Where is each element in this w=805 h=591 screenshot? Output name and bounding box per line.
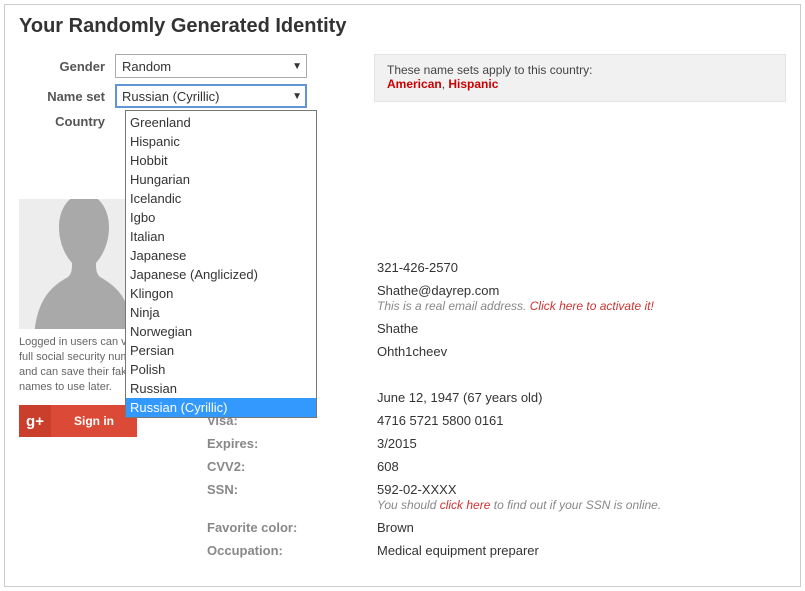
- nameset-select-value: Russian (Cyrillic): [122, 89, 220, 104]
- field-value: 3/2015: [377, 436, 786, 451]
- gender-select[interactable]: Random ▼: [115, 54, 307, 78]
- dropdown-option[interactable]: Greenland: [126, 113, 316, 132]
- field-value: 4716 5721 5800 0161: [377, 413, 786, 428]
- nameset-label: Name set: [19, 89, 115, 104]
- dropdown-option[interactable]: Japanese: [126, 246, 316, 265]
- dropdown-option[interactable]: Russian (Cyrillic): [126, 398, 316, 417]
- field-label: Occupation:: [207, 543, 377, 558]
- info-link-american[interactable]: American: [387, 77, 442, 91]
- dropdown-option[interactable]: Hungarian: [126, 170, 316, 189]
- dropdown-option[interactable]: Hispanic: [126, 132, 316, 151]
- dropdown-option[interactable]: Japanese (Anglicized): [126, 265, 316, 284]
- dropdown-option[interactable]: Russian: [126, 379, 316, 398]
- dropdown-option[interactable]: Ninja: [126, 303, 316, 322]
- field-sublink[interactable]: click here: [440, 498, 491, 512]
- gender-select-value: Random: [122, 59, 171, 74]
- nameset-dropdown[interactable]: EritreanFinnishFrenchGermanGreenlandHisp…: [125, 110, 317, 418]
- dropdown-option[interactable]: Klingon: [126, 284, 316, 303]
- field-value: 608: [377, 459, 786, 474]
- field-row: Occupation:Medical equipment preparer: [207, 543, 786, 558]
- field-value: Medical equipment preparer: [377, 543, 786, 558]
- field-value: 321-426-2570: [377, 260, 786, 275]
- gplus-icon: g+: [19, 405, 51, 437]
- field-value: 592-02-XXXXYou should click here to find…: [377, 482, 786, 512]
- chevron-down-icon: ▼: [292, 61, 302, 72]
- field-row: Favorite color:Brown: [207, 520, 786, 535]
- page-title: Your Randomly Generated Identity: [5, 5, 800, 48]
- field-label: Expires:: [207, 436, 377, 451]
- field-subtext: You should click here to find out if you…: [377, 498, 786, 512]
- field-row: SSN:592-02-XXXXYou should click here to …: [207, 482, 786, 512]
- field-sublink[interactable]: Click here to activate it!: [530, 299, 654, 313]
- dropdown-option[interactable]: Norwegian: [126, 322, 316, 341]
- signin-button[interactable]: g+ Sign in: [19, 405, 137, 437]
- dropdown-option[interactable]: Italian: [126, 227, 316, 246]
- field-value: Ohth1cheev: [377, 344, 786, 359]
- nameset-select[interactable]: Russian (Cyrillic) ▼: [115, 84, 307, 108]
- field-value: Shathe: [377, 321, 786, 336]
- field-value: June 12, 1947 (67 years old): [377, 390, 786, 405]
- field-value: Brown: [377, 520, 786, 535]
- field-label: Favorite color:: [207, 520, 377, 535]
- info-link-hispanic[interactable]: Hispanic: [448, 77, 498, 91]
- gender-label: Gender: [19, 59, 115, 74]
- info-text: These name sets apply to this country:: [387, 63, 592, 77]
- info-box: These name sets apply to this country: A…: [374, 54, 786, 102]
- field-row: Expires:3/2015: [207, 436, 786, 451]
- dropdown-option[interactable]: Persian: [126, 341, 316, 360]
- dropdown-option[interactable]: Icelandic: [126, 189, 316, 208]
- dropdown-option[interactable]: Igbo: [126, 208, 316, 227]
- country-label: Country: [19, 114, 115, 129]
- field-label: SSN:: [207, 482, 377, 497]
- field-label: CVV2:: [207, 459, 377, 474]
- dropdown-option[interactable]: Hobbit: [126, 151, 316, 170]
- dropdown-option[interactable]: Polish: [126, 360, 316, 379]
- chevron-down-icon: ▼: [292, 91, 302, 102]
- field-subtext: This is a real email address. Click here…: [377, 299, 786, 313]
- field-row: CVV2:608: [207, 459, 786, 474]
- field-value: Shathe@dayrep.comThis is a real email ad…: [377, 283, 786, 313]
